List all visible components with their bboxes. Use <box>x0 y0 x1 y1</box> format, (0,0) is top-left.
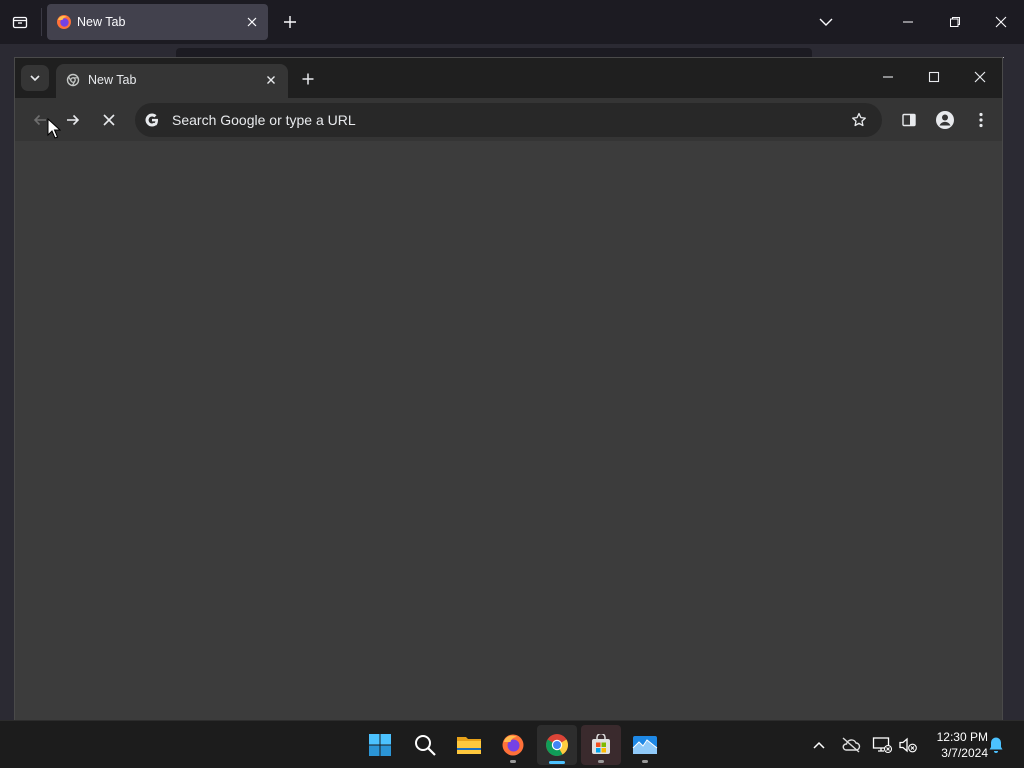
chrome-title-bar: New Tab <box>15 58 1002 98</box>
chrome-toolbar <box>15 98 1002 141</box>
chrome-menu-button[interactable] <box>970 109 992 131</box>
mouse-cursor-icon <box>47 118 61 139</box>
forward-button[interactable] <box>62 109 84 131</box>
google-g-icon <box>145 113 158 127</box>
network-status[interactable] <box>872 735 892 755</box>
taskbar-chrome[interactable] <box>537 725 577 765</box>
running-indicator <box>598 760 604 763</box>
volume-status[interactable] <box>898 735 918 755</box>
bell-icon <box>989 737 1003 753</box>
windows-logo-icon <box>369 734 391 756</box>
taskbar-app[interactable] <box>625 725 665 765</box>
system-clock[interactable]: 12:30 PM 3/7/2024 <box>922 729 988 761</box>
close-icon <box>995 16 1007 28</box>
firefox-icon <box>502 734 524 756</box>
start-button[interactable] <box>360 725 400 765</box>
chrome-close-button[interactable] <box>970 67 990 87</box>
arrow-left-icon <box>33 114 46 126</box>
cloud-offline-icon <box>842 737 861 753</box>
firefox-close-button[interactable] <box>991 12 1011 32</box>
arrow-right-icon <box>67 114 80 126</box>
side-panel-button[interactable] <box>898 109 920 131</box>
firefox-new-tab-button[interactable] <box>280 12 300 32</box>
star-icon <box>852 112 866 127</box>
notifications-button[interactable] <box>986 735 1006 755</box>
clock-date: 3/7/2024 <box>941 746 988 760</box>
chrome-maximize-button[interactable] <box>924 67 944 87</box>
chrome-new-tab-button[interactable] <box>298 69 318 89</box>
firefox-tab-bar: New Tab <box>0 0 1024 44</box>
maximize-icon <box>928 71 940 83</box>
tab-divider <box>41 8 42 36</box>
clock-time: 12:30 PM <box>936 730 988 744</box>
list-all-tabs-button[interactable] <box>6 8 34 36</box>
close-icon <box>267 76 275 84</box>
running-indicator <box>510 760 516 763</box>
chevron-down-icon <box>819 18 833 26</box>
omnibox[interactable] <box>135 103 882 137</box>
firefox-restore-button[interactable] <box>945 12 965 32</box>
running-indicator <box>642 760 648 763</box>
close-icon <box>247 17 257 27</box>
close-icon <box>974 71 986 83</box>
avatar-icon <box>936 111 954 129</box>
search-icon <box>415 735 436 756</box>
tab-list-icon <box>12 16 28 29</box>
plus-icon <box>302 73 314 85</box>
firefox-tab-title: New Tab <box>77 15 126 29</box>
minimize-icon <box>883 76 893 78</box>
firefox-tab-new-tab[interactable]: New Tab <box>47 4 268 40</box>
taskbar-firefox[interactable] <box>493 725 533 765</box>
folder-icon <box>457 737 481 754</box>
minimize-icon <box>903 21 913 23</box>
omnibox-input[interactable] <box>172 103 812 137</box>
taskbar: 12:30 PM 3/7/2024 <box>0 720 1024 768</box>
taskbar-file-explorer[interactable] <box>449 725 489 765</box>
store-icon <box>592 734 610 754</box>
chevron-down-icon <box>30 75 40 82</box>
close-icon <box>103 114 115 126</box>
onedrive-status[interactable] <box>841 735 861 755</box>
show-hidden-icons-button[interactable] <box>809 735 829 755</box>
firefox-icon <box>57 15 71 29</box>
volume-muted-icon <box>899 737 917 753</box>
chevron-up-icon <box>813 741 825 749</box>
stop-loading-button[interactable] <box>98 109 120 131</box>
taskbar-search-button[interactable] <box>405 725 445 765</box>
active-indicator <box>549 761 565 764</box>
bookmark-star-button[interactable] <box>848 109 870 131</box>
firefox-list-tabs-button[interactable] <box>816 12 836 32</box>
side-panel-icon <box>902 113 916 127</box>
chrome-new-tab-icon <box>66 73 80 87</box>
plus-icon <box>284 16 296 28</box>
firefox-close-tab-button[interactable] <box>243 13 261 31</box>
chrome-tab-title: New Tab <box>88 73 137 87</box>
app-icon <box>632 736 658 754</box>
tab-search-button[interactable] <box>21 65 49 91</box>
chrome-close-tab-button[interactable] <box>262 71 280 89</box>
network-icon <box>872 737 892 754</box>
chrome-window: New Tab <box>14 57 1003 720</box>
firefox-minimize-button[interactable] <box>898 12 918 32</box>
chrome-tab-new-tab[interactable]: New Tab <box>56 64 288 98</box>
taskbar-microsoft-store[interactable] <box>581 725 621 765</box>
restore-icon <box>950 17 960 27</box>
profile-button[interactable] <box>934 109 956 131</box>
more-vert-icon <box>979 112 983 128</box>
chrome-minimize-button[interactable] <box>878 67 898 87</box>
chrome-icon <box>546 734 568 756</box>
